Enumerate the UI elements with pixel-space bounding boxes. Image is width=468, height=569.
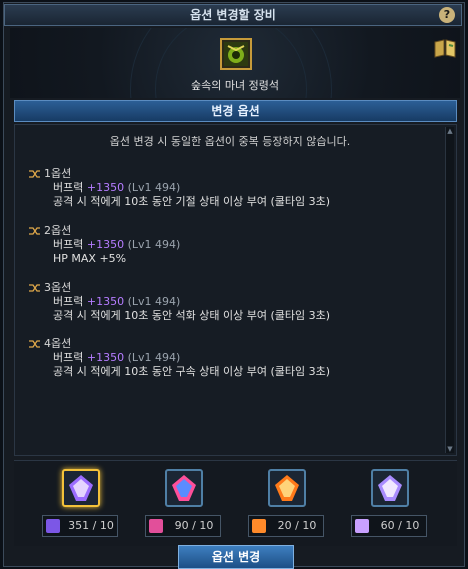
stone-count: 351 / 10	[68, 519, 114, 532]
option-value: +1350	[86, 295, 125, 308]
spirit-stone-icon	[224, 42, 248, 66]
window-title: 옵션 변경할 장비	[190, 8, 276, 22]
option-stat: 버프력	[53, 181, 84, 194]
option-effect: 공격 시 적에게 10초 동안 석화 상태 이상 부여 (쿨타임 3초)	[53, 309, 331, 322]
orange-gem-icon[interactable]	[268, 469, 306, 507]
change-option-button[interactable]: 옵션 변경	[178, 545, 294, 569]
option-stat: 버프력	[53, 295, 84, 308]
stone-count: 90 / 10	[174, 519, 214, 532]
material-stone-bar: 351 / 10 90 / 10 20 / 10 60 / 10	[14, 460, 457, 546]
option-stat: 버프력	[53, 238, 84, 251]
stone-count: 20 / 10	[277, 519, 317, 532]
duplicate-notice: 옵션 변경 시 동일한 옵션이 중복 등장하지 않습니다.	[109, 135, 351, 148]
option-label: 1옵션	[44, 167, 72, 180]
stone-count-box: 351 / 10	[42, 515, 118, 537]
option-value: +1350	[86, 238, 125, 251]
option-label: 3옵션	[44, 281, 72, 294]
option-label: 2옵션	[44, 224, 72, 237]
stone-count: 60 / 10	[380, 519, 420, 532]
option-effect: HP MAX +5%	[53, 252, 127, 265]
option-value: +1350	[86, 181, 125, 194]
option-stat: 버프력	[53, 351, 84, 364]
pink-stone-mini-icon	[149, 519, 163, 533]
option-value: +1350	[86, 351, 125, 364]
option-effect: 공격 시 적에게 10초 동안 구속 상태 이상 부여 (쿨타임 3초)	[53, 365, 331, 378]
violet-gem-icon[interactable]	[371, 469, 409, 507]
option-entry-1: 1옵션 버프력 +1350 (Lv1 494) 공격 시 적에게 10초 동안 …	[29, 167, 330, 209]
option-label: 4옵션	[44, 337, 72, 350]
purple-stone-mini-icon	[46, 519, 60, 533]
option-entry-2: 2옵션 버프력 +1350 (Lv1 494) HP MAX +5%	[29, 224, 180, 266]
window-title-bar: 옵션 변경할 장비 ?	[4, 4, 462, 26]
violet-stone-mini-icon	[355, 519, 369, 533]
shuffle-icon	[29, 170, 40, 178]
stone-count-box: 20 / 10	[248, 515, 324, 537]
scroll-up-icon[interactable]: ▲	[446, 127, 454, 135]
option-effect: 공격 시 적에게 10초 동안 기절 상태 이상 부여 (쿨타임 3초)	[53, 195, 331, 208]
purple-gem-icon[interactable]	[62, 469, 100, 507]
option-entry-3: 3옵션 버프력 +1350 (Lv1 494) 공격 시 적에게 10초 동안 …	[29, 281, 330, 323]
option-level: (Lv1 494)	[127, 351, 181, 364]
option-level: (Lv1 494)	[127, 238, 181, 251]
equipment-slot[interactable]	[220, 38, 252, 70]
stone-slot-3[interactable]: 20 / 10	[248, 469, 328, 539]
equipment-name: 숲속의 마녀 정령석	[191, 79, 279, 92]
equipment-slot-area: 숲속의 마녀 정령석	[10, 28, 460, 98]
option-level: (Lv1 494)	[127, 295, 181, 308]
stone-slot-1[interactable]: 351 / 10	[42, 469, 122, 539]
option-level: (Lv1 494)	[127, 181, 181, 194]
book-icon[interactable]	[433, 38, 457, 58]
option-list-panel: 옵션 변경 시 동일한 옵션이 중복 등장하지 않습니다. 1옵션 버프력 +1…	[14, 124, 457, 456]
orange-stone-mini-icon	[252, 519, 266, 533]
stone-count-box: 90 / 10	[145, 515, 221, 537]
stone-count-box: 60 / 10	[351, 515, 427, 537]
option-list-scrollbar[interactable]: ▲ ▼	[445, 127, 454, 453]
shuffle-icon	[29, 284, 40, 292]
pink-gem-icon[interactable]	[165, 469, 203, 507]
option-entry-4: 4옵션 버프력 +1350 (Lv1 494) 공격 시 적에게 10초 동안 …	[29, 337, 330, 379]
stone-slot-4[interactable]: 60 / 10	[351, 469, 431, 539]
scroll-down-icon[interactable]: ▼	[446, 445, 454, 453]
help-button[interactable]: ?	[439, 7, 455, 23]
change-options-header: 변경 옵션	[14, 100, 457, 122]
stone-slot-2[interactable]: 90 / 10	[145, 469, 225, 539]
shuffle-icon	[29, 227, 40, 235]
shuffle-icon	[29, 340, 40, 348]
